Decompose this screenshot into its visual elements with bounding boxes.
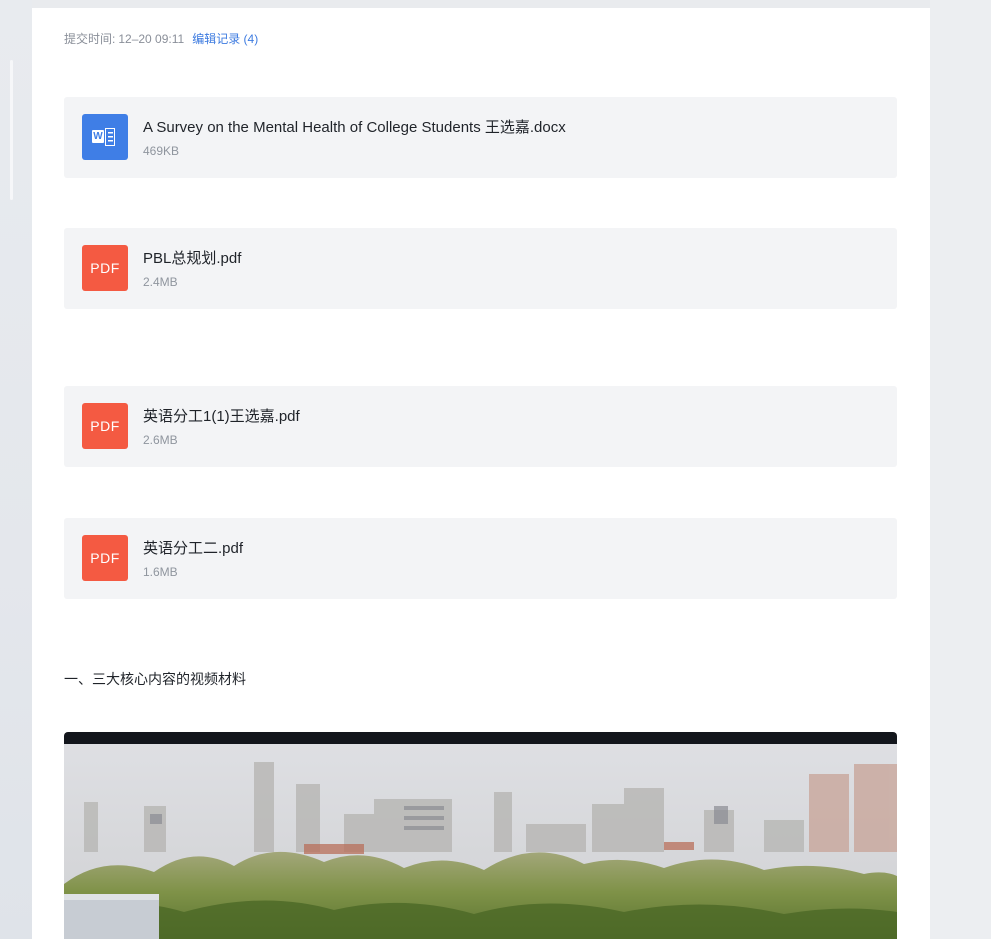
file-size: 1.6MB [143, 565, 178, 579]
file-item-pdf[interactable]: PDF 英语分工二.pdf 1.6MB [64, 518, 897, 599]
edit-history-link[interactable]: 编辑记录 (4) [192, 32, 258, 46]
file-item-pdf[interactable]: PDF 英语分工1(1)王选嘉.pdf 2.6MB [64, 386, 897, 467]
word-doc-icon: W [82, 114, 128, 160]
left-background-strip [0, 0, 32, 939]
file-size: 2.4MB [143, 275, 178, 289]
city-skyline-image [64, 744, 897, 939]
file-size: 2.6MB [143, 433, 178, 447]
right-background-area [930, 0, 991, 939]
pdf-icon: PDF [82, 403, 128, 449]
file-item-docx[interactable]: W A Survey on the Mental Health of Colle… [64, 97, 897, 178]
submission-meta: 提交时间: 12–20 09:11 编辑记录 (4) [64, 30, 258, 47]
file-name: A Survey on the Mental Health of College… [143, 119, 566, 136]
left-scroll-edge [10, 60, 13, 200]
file-name: 英语分工1(1)王选嘉.pdf [143, 408, 300, 425]
file-size: 469KB [143, 144, 180, 158]
pdf-icon: PDF [82, 245, 128, 291]
submission-time-label: 提交时间: [64, 32, 116, 46]
section-heading: 一、三大核心内容的视频材料 [64, 671, 246, 687]
video-player[interactable] [64, 732, 897, 939]
file-item-pdf[interactable]: PDF PBL总规划.pdf 2.4MB [64, 228, 897, 309]
video-thumbnail [64, 744, 897, 939]
pdf-icon: PDF [82, 535, 128, 581]
submission-time: 12–20 09:11 [118, 32, 185, 46]
top-shade [0, 0, 991, 8]
file-name: PBL总规划.pdf [143, 250, 242, 267]
submission-card: 提交时间: 12–20 09:11 编辑记录 (4) W A Survey on t… [32, 8, 930, 939]
file-name: 英语分工二.pdf [143, 540, 244, 557]
